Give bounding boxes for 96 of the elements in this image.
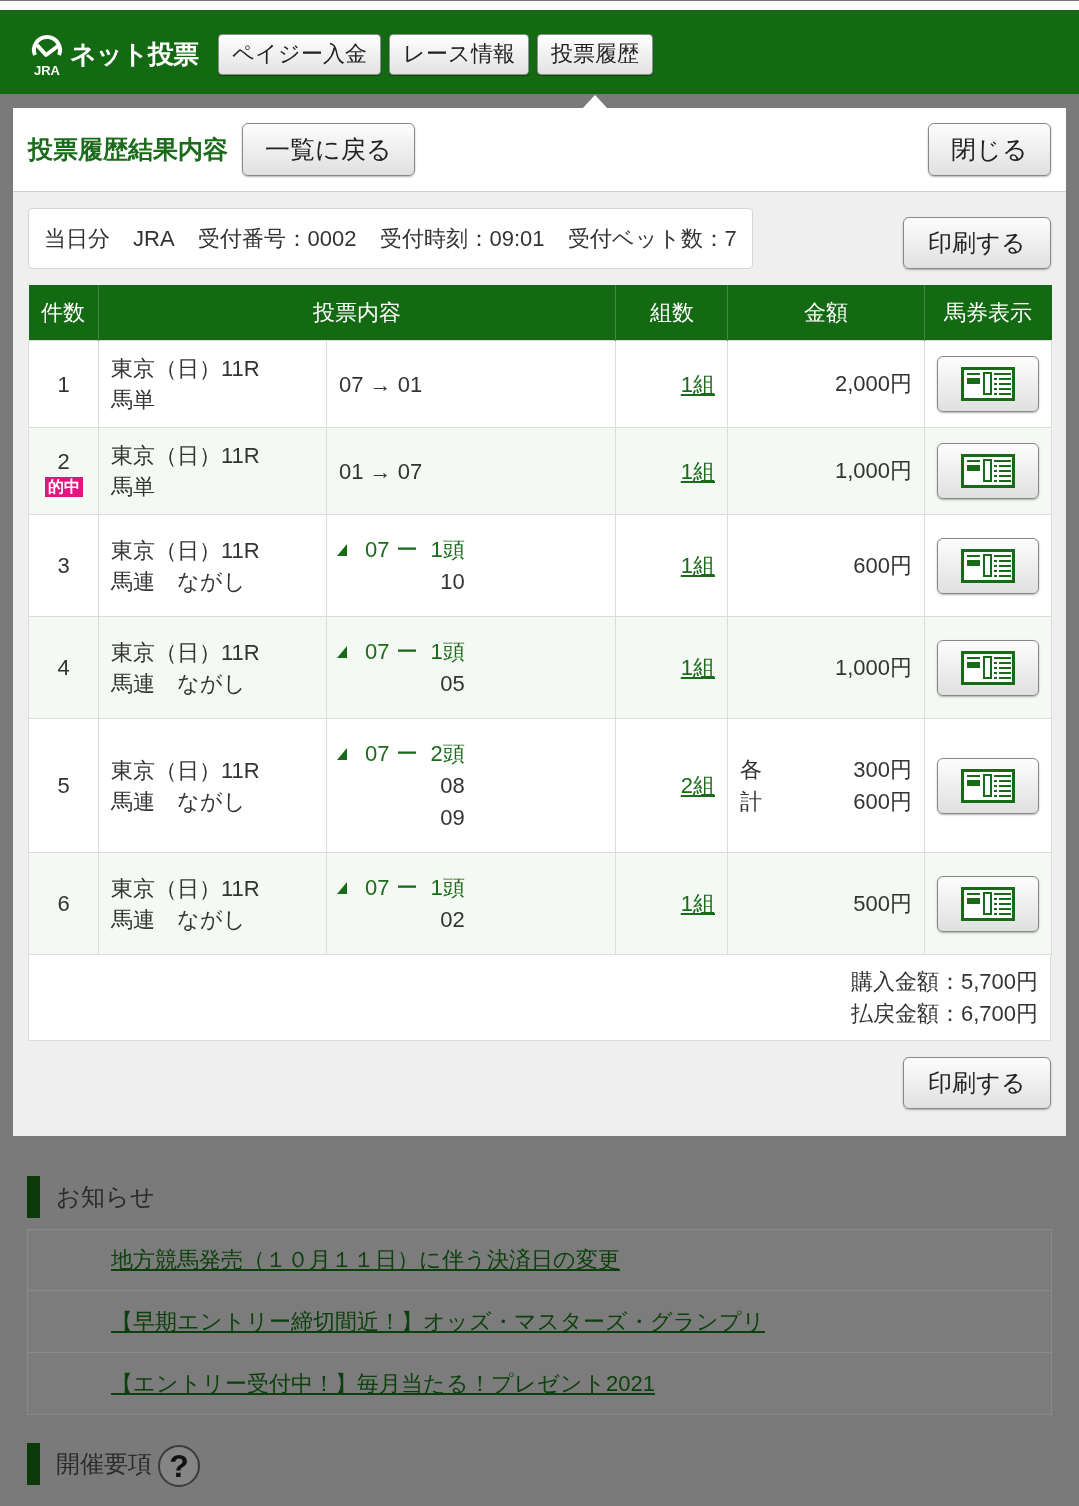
amount-text: 2,000円	[834, 370, 912, 398]
summary-item: 当日分	[44, 224, 110, 253]
amount-label: 計	[740, 787, 762, 816]
heading-bar-icon	[27, 1176, 40, 1218]
bet-selection: 01 → 07	[339, 458, 423, 484]
triangle-marker-icon	[337, 747, 347, 760]
dialog-title: 投票履歴結果内容	[28, 134, 228, 165]
column-header: 件数	[28, 285, 99, 341]
print-button[interactable]: 印刷する	[903, 217, 1051, 269]
ticket-view-button[interactable]	[937, 875, 1039, 932]
row-number: 2	[57, 447, 70, 476]
combination-link[interactable]: 1組	[680, 891, 715, 916]
summary-item: 受付番号：0002	[197, 224, 357, 253]
race-name: 東京（日）11R	[111, 756, 261, 785]
bet-selection: 07 → 01	[339, 371, 423, 397]
bet-type: 馬単	[111, 386, 156, 414]
axis-separator: ー	[396, 739, 419, 768]
bet-type: 馬単	[111, 473, 156, 501]
ticket-icon	[961, 548, 1015, 583]
race-name: 東京（日）11R	[111, 874, 261, 903]
axis-number: 07	[365, 637, 390, 666]
partner-number: 09	[440, 803, 465, 832]
partner-number: 05	[440, 669, 465, 698]
horse-count: 1頭	[430, 873, 465, 902]
nav-tab[interactable]: ペイジー入金	[218, 33, 381, 75]
ticket-view-button[interactable]	[937, 639, 1039, 696]
combination-link[interactable]: 1組	[680, 655, 715, 680]
combination-link[interactable]: 1組	[680, 458, 715, 484]
horse-count: 2頭	[430, 739, 465, 768]
summary-item: JRA	[133, 225, 175, 252]
race-name: 東京（日）11R	[111, 355, 261, 383]
ticket-view-button[interactable]	[937, 757, 1039, 814]
bet-type: 馬連 ながし	[111, 905, 247, 934]
amount-text: 300円	[853, 755, 912, 784]
partner-number: 08	[440, 771, 465, 800]
column-header: 組数	[615, 285, 728, 341]
column-header: 投票内容	[98, 285, 616, 341]
axis-number: 07	[365, 535, 390, 564]
help-button[interactable]: ?	[158, 1445, 200, 1487]
back-button[interactable]: 一覧に戻る	[242, 123, 415, 176]
combination-link[interactable]: 2組	[680, 773, 715, 798]
amount-text: 1,000円	[834, 653, 912, 682]
triangle-marker-icon	[337, 645, 347, 658]
section-heading: 開催要項	[56, 1449, 152, 1479]
ticket-icon	[961, 367, 1015, 401]
combination-link[interactable]: 1組	[680, 553, 715, 578]
nav-tab[interactable]: 投票履歴	[537, 33, 653, 75]
ticket-view-button[interactable]	[937, 537, 1039, 594]
summary-item: 受付ベット数：7	[567, 224, 737, 253]
site-title: ネット投票	[70, 37, 198, 71]
horse-count: 1頭	[430, 535, 465, 564]
amount-text: 600円	[853, 551, 912, 580]
summary-item: 受付時刻：09:01	[379, 224, 545, 253]
logo-text: JRA	[34, 63, 60, 77]
amount-text: 600円	[853, 787, 912, 816]
ticket-icon	[961, 650, 1015, 685]
bet-type: 馬連 ながし	[111, 567, 247, 596]
bet-type: 馬連 ながし	[111, 787, 247, 816]
total-amount: 払戻金額：6,700円	[850, 1000, 1038, 1028]
ticket-view-button[interactable]	[937, 443, 1039, 499]
axis-separator: ー	[396, 873, 419, 902]
ticket-icon	[961, 454, 1015, 488]
ticket-icon	[961, 886, 1015, 921]
row-number: 3	[57, 552, 70, 580]
axis-separator: ー	[396, 637, 419, 666]
row-number: 4	[57, 654, 70, 682]
partner-number: 02	[440, 905, 465, 934]
section-heading: お知らせ	[56, 1182, 155, 1212]
amount-text: 500円	[853, 889, 912, 918]
print-button[interactable]: 印刷する	[903, 1057, 1051, 1109]
partner-number: 10	[440, 567, 465, 596]
amount-text: 1,000円	[834, 457, 912, 485]
total-amount: 購入金額：5,700円	[850, 968, 1038, 996]
column-header: 金額	[727, 285, 925, 341]
horse-count: 1頭	[430, 637, 465, 666]
triangle-marker-icon	[337, 881, 347, 894]
column-header: 馬券表示	[924, 285, 1052, 341]
axis-number: 07	[365, 739, 390, 768]
triangle-marker-icon	[337, 543, 347, 556]
row-number: 5	[57, 772, 70, 800]
ticket-icon	[961, 768, 1015, 803]
row-number: 1	[57, 370, 70, 399]
hit-badge: 的中	[44, 476, 83, 497]
combination-link[interactable]: 1組	[680, 371, 715, 397]
close-button[interactable]: 閉じる	[928, 123, 1051, 176]
race-name: 東京（日）11R	[111, 442, 261, 470]
row-number: 6	[57, 890, 70, 918]
race-name: 東京（日）11R	[111, 638, 261, 667]
race-name: 東京（日）11R	[111, 536, 261, 565]
heading-bar-icon	[27, 1443, 40, 1485]
axis-separator: ー	[396, 535, 419, 564]
bet-type: 馬連 ながし	[111, 669, 247, 698]
ticket-view-button[interactable]	[937, 356, 1039, 412]
axis-number: 07	[365, 873, 390, 902]
amount-label: 各	[740, 755, 762, 784]
nav-tab[interactable]: レース情報	[389, 33, 529, 75]
